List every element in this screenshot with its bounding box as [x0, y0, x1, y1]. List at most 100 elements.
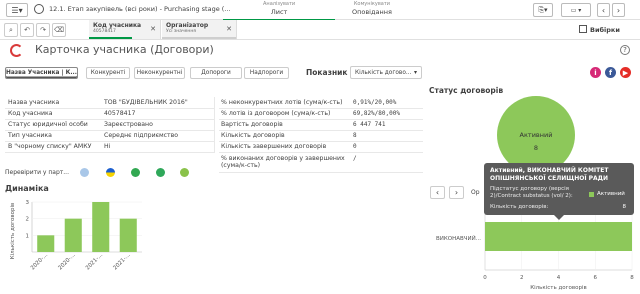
indicator-label: Показник: [306, 68, 348, 77]
bookmark-icon: ⎘▾: [538, 5, 548, 14]
partner-link-icon[interactable]: [156, 168, 165, 177]
bar: [92, 202, 110, 252]
y-tick-label: 1: [26, 233, 30, 239]
selections-icon: [579, 25, 587, 33]
table-row: Кількість завершених договорів 0: [219, 141, 423, 153]
bar: [64, 218, 82, 252]
facebook-icon[interactable]: f: [605, 67, 616, 78]
tab-story-label: Оповідання: [352, 8, 392, 16]
close-icon[interactable]: ✕: [150, 25, 156, 33]
top-nav: ☰▾ 12.1. Етап закупівель (всі роки) - Pu…: [0, 0, 640, 21]
participant-name-filter[interactable]: Назва Учасника | К...: [5, 67, 78, 79]
partner-link-icon[interactable]: [180, 168, 189, 177]
stat-value: 0: [351, 141, 423, 153]
tab-sheet[interactable]: Аналізувати Лист: [222, 1, 336, 21]
partner-link-icon[interactable]: [80, 168, 89, 177]
chip-value: Усі значення: [166, 29, 197, 34]
info-value: 40578417: [101, 108, 215, 120]
partner-link-icon[interactable]: [131, 168, 140, 177]
bookmark-button[interactable]: ⎘▾: [533, 3, 553, 17]
info-value: Середнє підприємство: [101, 130, 215, 142]
selection-chip-participant-code[interactable]: Код учасника 40578417 ✕: [89, 20, 161, 39]
instagram-icon[interactable]: i: [590, 67, 601, 78]
non-competitive-button[interactable]: Неконкурентні: [134, 67, 185, 79]
prev-page-button[interactable]: ‹: [430, 186, 445, 199]
tab-story[interactable]: Комунікувати Оповідання: [352, 1, 392, 16]
contract-status-title: Статус договорів: [429, 86, 504, 95]
above-threshold-button[interactable]: Надпороги: [244, 67, 289, 79]
stat-label: % лотів із договором (сума/к-сть): [219, 108, 351, 120]
selection-chip-organizer[interactable]: Організатор Усі значення ✕: [162, 20, 237, 39]
table-row: Код учасника 40578417: [5, 108, 215, 120]
tab-sheet-sub: Аналізувати: [263, 1, 296, 7]
clear-selections-button[interactable]: ⌫: [52, 23, 66, 37]
info-label: Назва учасника: [5, 97, 101, 109]
chart-tooltip: Активний, ВИКОНАВЧИЙ КОМІТЕТ ОПІШНЯНСЬКО…: [484, 163, 634, 220]
tooltip-count-label: Кількість договорів:: [490, 204, 549, 210]
logo: [10, 44, 23, 57]
chevron-right-icon: ›: [616, 5, 621, 15]
x-tick-label: 2: [520, 275, 524, 281]
x-tick-label: 2020-...: [30, 252, 49, 271]
screen-mode-button[interactable]: ▭ ▾: [561, 3, 591, 17]
chevron-down-icon: ▾: [413, 69, 417, 76]
page-title: Карточка учасника (Договори): [35, 43, 214, 56]
info-label: В "чорному списку" АМКУ: [5, 141, 101, 153]
stat-label: Кількість завершених договорів: [219, 141, 351, 153]
youtube-icon[interactable]: ▶: [620, 67, 631, 78]
step-forward-button[interactable]: ↷: [36, 23, 50, 37]
bar: [119, 218, 137, 252]
x-tick-label: 2021-...: [112, 252, 131, 271]
search-icon: ⌕: [9, 25, 13, 34]
info-label: Тип учасника: [5, 130, 101, 142]
x-tick-label: 0: [483, 275, 487, 281]
bar: [37, 235, 55, 252]
info-value: ТОВ "БУДІВЕЛЬНИК 2016": [101, 97, 215, 109]
menu-button[interactable]: ☰▾: [6, 3, 28, 17]
tooltip-swatch: [589, 192, 594, 197]
clear-icon: ⌫: [54, 26, 64, 34]
competitive-button[interactable]: Конкуренті: [86, 67, 130, 79]
info-value: Зареєстровано: [101, 119, 215, 131]
check-partners-label: Перевірити у парт...: [5, 169, 69, 176]
stat-label: Кількість договорів: [219, 130, 351, 142]
step-back-button[interactable]: ↶: [20, 23, 34, 37]
tooltip-substatus-value: Активний: [597, 191, 625, 197]
table-row: Тип учасника Середнє підприємство: [5, 130, 215, 142]
y-axis-label: Кількість договорів: [10, 203, 16, 260]
below-threshold-button[interactable]: Допороги: [190, 67, 242, 79]
stat-value: 6 447 741: [351, 119, 423, 131]
tooltip-title: Активний, ВИКОНАВЧИЙ КОМІТЕТ ОПІШНЯНСЬКО…: [490, 167, 609, 182]
stat-value: /: [351, 152, 423, 173]
table-row: Кількість договорів 8: [219, 130, 423, 142]
table-row: % неконкурентних лотів (сума/к-сть) 0,91%…: [219, 97, 423, 109]
stat-label: Вартість договорів: [219, 119, 351, 131]
x-tick-label: 2021-...: [85, 252, 104, 271]
y-tick-label: ВИКОНАВЧИЙ...: [436, 235, 481, 242]
x-tick-label: 8: [630, 275, 634, 281]
help-icon[interactable]: ?: [620, 45, 630, 55]
smart-search-button[interactable]: ⌕: [4, 23, 18, 37]
prev-sheet-button[interactable]: ‹: [597, 3, 610, 17]
next-page-button[interactable]: ›: [449, 186, 464, 199]
ukraine-flag-icon[interactable]: [106, 168, 115, 177]
table-row: Вартість договорів 6 447 741: [219, 119, 423, 131]
close-icon[interactable]: ✕: [226, 25, 232, 33]
x-tick-label: 4: [557, 275, 561, 281]
info-value: Ні: [101, 141, 215, 153]
y-tick-label: 3: [26, 200, 30, 206]
tooltip-substatus-label: Підстатус договору (версія 2)/Contract s…: [490, 186, 573, 199]
app-title[interactable]: 12.1. Етап закупівель (всі роки) - Purch…: [49, 5, 231, 13]
bar: [485, 222, 632, 251]
stat-value: 0,91%/20,00%: [351, 97, 423, 109]
selections-tool-button[interactable]: Вибірки: [590, 26, 620, 34]
undo-icon: ↶: [24, 26, 30, 34]
screen-icon: ▭ ▾: [570, 6, 582, 14]
info-label: Код учасника: [5, 108, 101, 120]
indicator-dropdown[interactable]: Кількість догово... ▾: [350, 66, 422, 79]
stat-value: 69,82%/80,00%: [351, 108, 423, 120]
selections-bar: ⌕ ↶ ↷ ⌫ Код учасника 40578417 ✕ Організа…: [0, 20, 640, 40]
next-sheet-button[interactable]: ›: [612, 3, 625, 17]
chip-progress: [89, 37, 132, 39]
participant-info-table: Назва учасника ТОВ "БУДІВЕЛЬНИК 2016" Код…: [5, 97, 215, 153]
